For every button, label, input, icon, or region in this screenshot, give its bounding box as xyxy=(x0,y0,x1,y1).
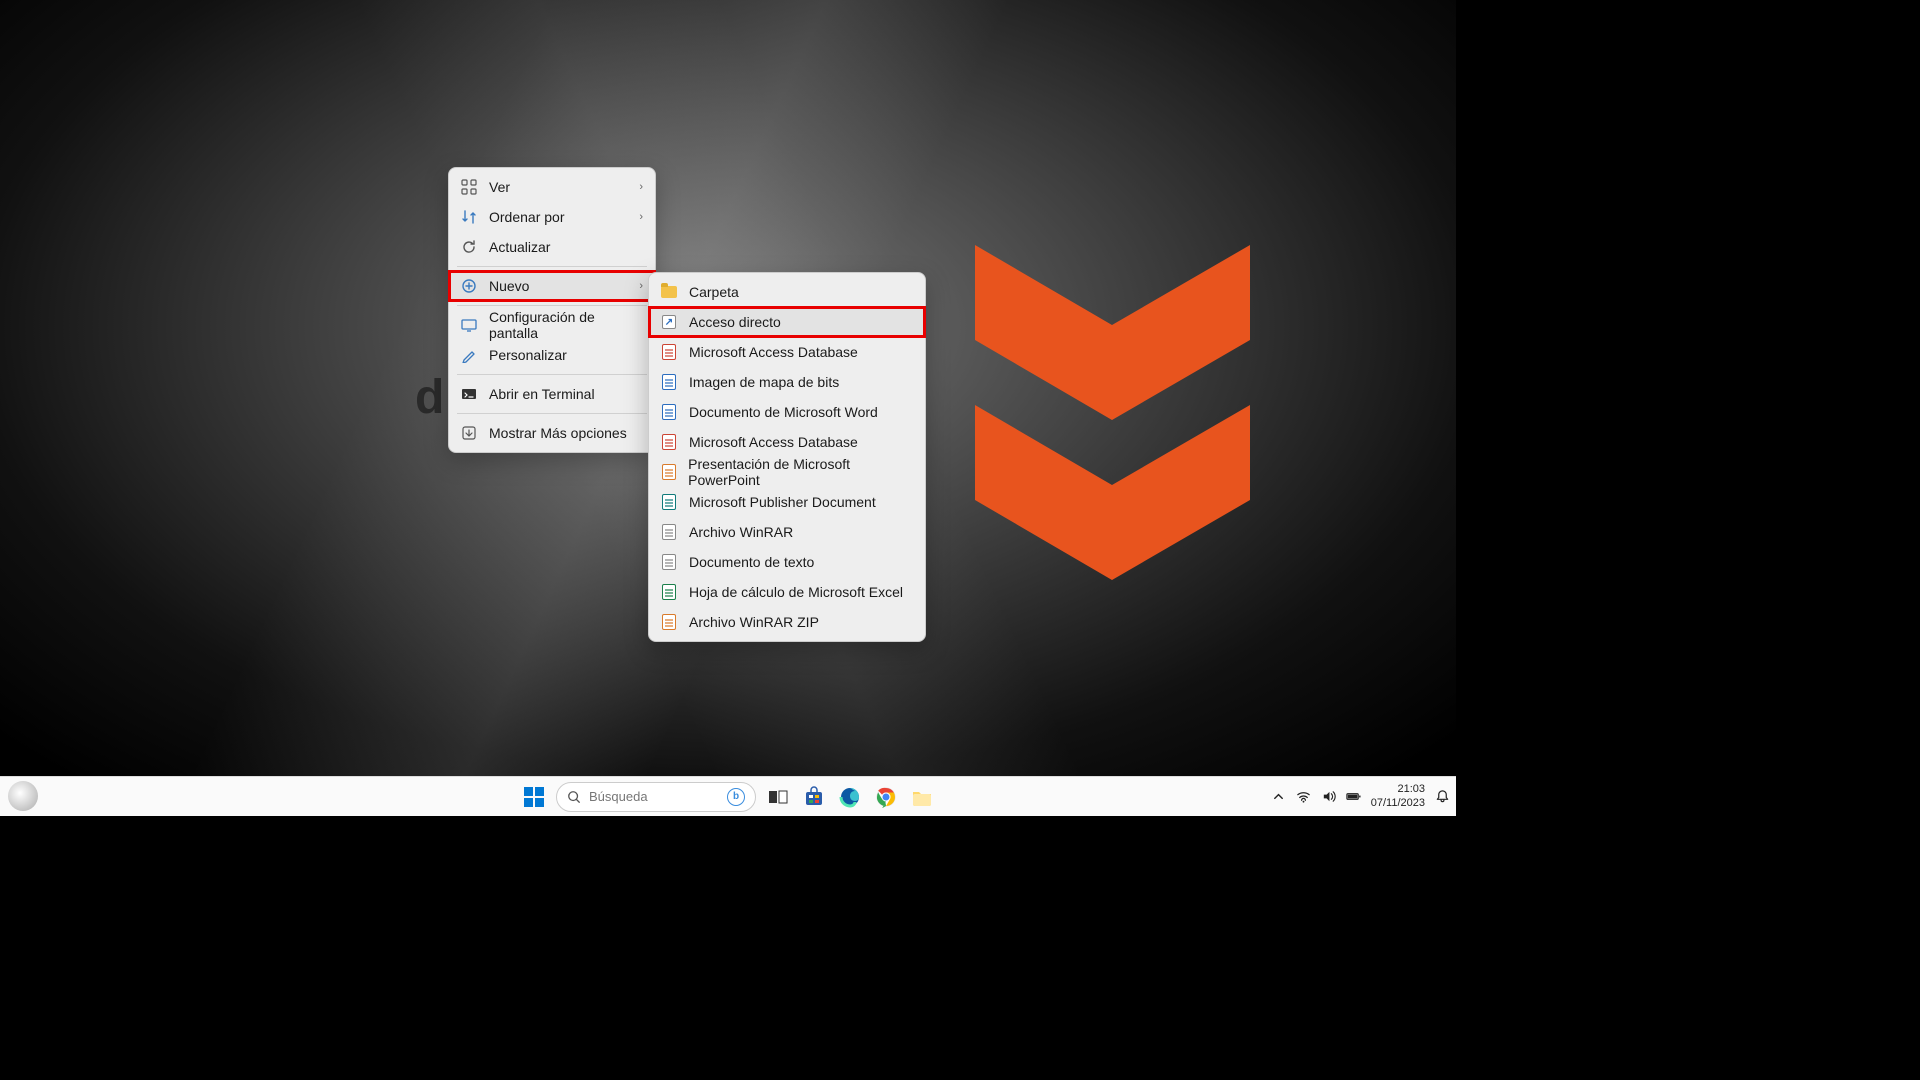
taskbar-search[interactable]: Búsqueda b xyxy=(556,782,756,812)
file-icon xyxy=(661,344,677,360)
notifications-icon[interactable] xyxy=(1435,789,1450,804)
weather-widget-icon[interactable] xyxy=(8,781,38,811)
plus-circle-icon xyxy=(461,278,477,294)
submenu-label: Microsoft Publisher Document xyxy=(689,494,876,510)
submenu-label: Archivo WinRAR ZIP xyxy=(689,614,819,630)
menu-label: Mostrar Más opciones xyxy=(489,425,643,441)
submenu-item-shortcut[interactable]: Acceso directo xyxy=(649,307,925,337)
menu-label: Configuración de pantalla xyxy=(489,309,643,341)
windows-logo-icon xyxy=(524,787,544,807)
chevron-right-icon: › xyxy=(639,211,643,223)
tray-overflow-button[interactable] xyxy=(1271,789,1286,804)
terminal-icon xyxy=(461,386,477,402)
system-tray: 21:03 07/11/2023 xyxy=(1271,783,1450,809)
battery-icon[interactable] xyxy=(1346,789,1361,804)
chevron-right-icon: › xyxy=(639,181,643,193)
submenu-label: Documento de texto xyxy=(689,554,814,570)
menu-separator xyxy=(457,305,647,306)
menu-label: Ordenar por xyxy=(489,209,639,225)
start-button[interactable] xyxy=(520,783,548,811)
submenu-label: Archivo WinRAR xyxy=(689,524,793,540)
menu-separator xyxy=(457,374,647,375)
submenu-label: Carpeta xyxy=(689,284,739,300)
submenu-item-word[interactable]: Documento de Microsoft Word xyxy=(649,397,925,427)
desktop-brand-text: d xyxy=(415,370,444,425)
search-placeholder: Búsqueda xyxy=(589,789,719,804)
sort-icon xyxy=(461,209,477,225)
submenu-label: Hoja de cálculo de Microsoft Excel xyxy=(689,584,903,600)
submenu-label: Microsoft Access Database xyxy=(689,434,858,450)
time-text: 21:03 xyxy=(1371,783,1425,796)
submenu-item-access-db-2[interactable]: Microsoft Access Database xyxy=(649,427,925,457)
file-icon xyxy=(661,614,677,630)
menu-label: Ver xyxy=(489,179,639,195)
file-icon xyxy=(661,404,677,420)
submenu-item-text[interactable]: Documento de texto xyxy=(649,547,925,577)
file-icon xyxy=(661,374,677,390)
submenu-item-folder[interactable]: Carpeta xyxy=(649,277,925,307)
menu-item-sort[interactable]: Ordenar por › xyxy=(449,202,655,232)
volume-icon[interactable] xyxy=(1321,789,1336,804)
menu-separator xyxy=(457,413,647,414)
submenu-item-powerpoint[interactable]: Presentación de Microsoft PowerPoint xyxy=(649,457,925,487)
file-icon xyxy=(661,524,677,540)
taskbar: Búsqueda b 21:03 07/11/2023 xyxy=(0,776,1456,816)
folder-icon xyxy=(661,284,677,300)
file-icon xyxy=(661,434,677,450)
desktop-wallpaper[interactable]: d Ver › Ordenar por › Actualizar Nuevo › xyxy=(0,0,1456,816)
microsoft-store-button[interactable] xyxy=(800,783,828,811)
submenu-label: Microsoft Access Database xyxy=(689,344,858,360)
submenu-label: Documento de Microsoft Word xyxy=(689,404,878,420)
bing-icon: b xyxy=(727,788,745,806)
chrome-browser-button[interactable] xyxy=(872,783,900,811)
file-icon xyxy=(661,494,677,510)
submenu-label: Imagen de mapa de bits xyxy=(689,374,839,390)
menu-item-display-settings[interactable]: Configuración de pantalla xyxy=(449,310,655,340)
taskbar-center: Búsqueda b xyxy=(520,782,936,812)
new-submenu: Carpeta Acceso directo Microsoft Access … xyxy=(648,272,926,642)
menu-label: Actualizar xyxy=(489,239,643,255)
submenu-item-publisher[interactable]: Microsoft Publisher Document xyxy=(649,487,925,517)
search-icon xyxy=(567,790,581,804)
submenu-label: Presentación de Microsoft PowerPoint xyxy=(688,456,913,488)
menu-item-personalize[interactable]: Personalizar xyxy=(449,340,655,370)
refresh-icon xyxy=(461,239,477,255)
menu-label: Personalizar xyxy=(489,347,643,363)
file-icon xyxy=(661,554,677,570)
wifi-icon[interactable] xyxy=(1296,789,1311,804)
menu-separator xyxy=(457,266,647,267)
submenu-item-bitmap[interactable]: Imagen de mapa de bits xyxy=(649,367,925,397)
display-icon xyxy=(461,317,477,333)
menu-label: Abrir en Terminal xyxy=(489,386,643,402)
menu-label: Nuevo xyxy=(489,278,639,294)
menu-item-new[interactable]: Nuevo › xyxy=(449,271,655,301)
date-text: 07/11/2023 xyxy=(1371,797,1425,810)
submenu-item-access-db[interactable]: Microsoft Access Database xyxy=(649,337,925,367)
more-options-icon xyxy=(461,425,477,441)
file-icon xyxy=(661,464,676,480)
task-view-button[interactable] xyxy=(764,783,792,811)
clock[interactable]: 21:03 07/11/2023 xyxy=(1371,783,1425,809)
submenu-item-winrar-zip[interactable]: Archivo WinRAR ZIP xyxy=(649,607,925,637)
desktop-context-menu: Ver › Ordenar por › Actualizar Nuevo › C… xyxy=(448,167,656,453)
file-icon xyxy=(661,584,677,600)
submenu-item-winrar[interactable]: Archivo WinRAR xyxy=(649,517,925,547)
submenu-label: Acceso directo xyxy=(689,314,781,330)
menu-item-more-options[interactable]: Mostrar Más opciones xyxy=(449,418,655,448)
brush-icon xyxy=(461,347,477,363)
grid-icon xyxy=(461,179,477,195)
file-explorer-button[interactable] xyxy=(908,783,936,811)
submenu-item-excel[interactable]: Hoja de cálculo de Microsoft Excel xyxy=(649,577,925,607)
edge-browser-button[interactable] xyxy=(836,783,864,811)
menu-item-view[interactable]: Ver › xyxy=(449,172,655,202)
menu-item-terminal[interactable]: Abrir en Terminal xyxy=(449,379,655,409)
chevron-logo-overlay xyxy=(975,245,1250,595)
shortcut-icon xyxy=(661,314,677,330)
chevron-right-icon: › xyxy=(639,280,643,292)
menu-item-refresh[interactable]: Actualizar xyxy=(449,232,655,262)
